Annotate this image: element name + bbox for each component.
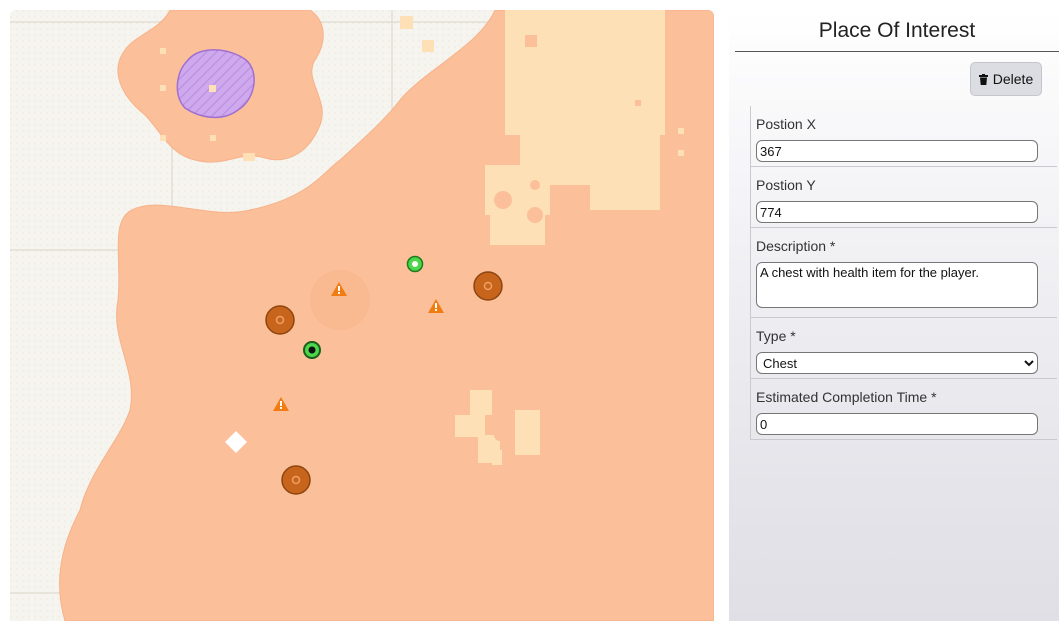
position-y-label: Postion Y bbox=[756, 177, 816, 193]
panel-title: Place Of Interest bbox=[735, 19, 1059, 52]
orange-circle-marker[interactable] bbox=[265, 305, 295, 335]
map-canvas[interactable] bbox=[10, 10, 714, 621]
poi-square bbox=[209, 85, 216, 92]
trash-icon bbox=[978, 73, 988, 85]
position-y-input[interactable] bbox=[756, 201, 1038, 223]
description-group: Description * A chest with health item f… bbox=[751, 228, 1057, 318]
type-group: Type * Chest bbox=[751, 318, 1057, 379]
green-selected-marker[interactable] bbox=[303, 341, 321, 359]
completion-time-input[interactable] bbox=[756, 413, 1038, 435]
type-label: Type * bbox=[756, 328, 796, 344]
position-x-input[interactable] bbox=[756, 140, 1038, 162]
position-x-label: Postion X bbox=[756, 116, 816, 132]
orange-circle-marker[interactable] bbox=[281, 465, 311, 495]
position-x-group: Postion X bbox=[751, 106, 1057, 167]
type-select[interactable]: Chest bbox=[756, 352, 1038, 374]
map-view[interactable] bbox=[10, 10, 714, 621]
poi-panel: Place Of Interest Delete Postion X Posti… bbox=[729, 10, 1059, 621]
completion-time-label: Estimated Completion Time * bbox=[756, 389, 937, 405]
orange-circle-marker[interactable] bbox=[473, 271, 503, 301]
poi-form: Postion X Postion Y Description * A ches… bbox=[750, 106, 1057, 440]
delete-label: Delete bbox=[992, 71, 1034, 87]
restricted-zone bbox=[176, 49, 255, 119]
description-label: Description * bbox=[756, 238, 836, 254]
position-y-group: Postion Y bbox=[751, 167, 1057, 228]
highlight-area bbox=[310, 270, 370, 330]
completion-time-group: Estimated Completion Time * bbox=[751, 379, 1057, 440]
cluster-courtyard bbox=[494, 429, 506, 441]
description-textarea[interactable]: A chest with health item for the player. bbox=[756, 262, 1038, 308]
delete-button[interactable]: Delete bbox=[970, 62, 1042, 96]
green-circle-marker[interactable] bbox=[406, 255, 424, 273]
